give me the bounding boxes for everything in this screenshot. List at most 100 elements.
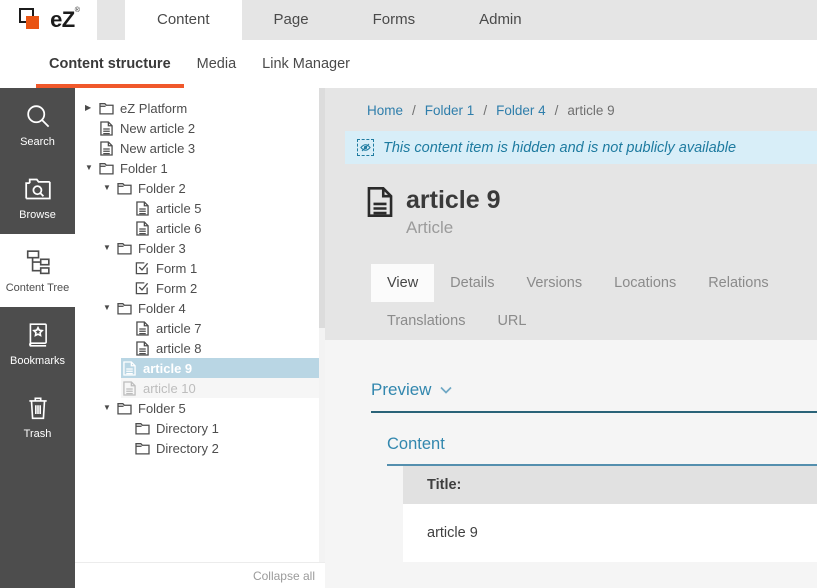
content-section-label: Content bbox=[387, 435, 817, 466]
subnav-link-manager[interactable]: Link Manager bbox=[249, 40, 363, 88]
folder-icon bbox=[98, 100, 114, 116]
field-title-header: Title: bbox=[403, 466, 817, 504]
folder-icon bbox=[116, 300, 132, 316]
caret-down-icon[interactable] bbox=[103, 244, 116, 252]
tab-relations[interactable]: Relations bbox=[692, 264, 784, 302]
preview-section-toggle[interactable]: Preview bbox=[371, 380, 817, 413]
tree-item-folder-2[interactable]: Folder 2 bbox=[103, 178, 317, 198]
nav-tab-forms[interactable]: Forms bbox=[341, 0, 448, 40]
content-tree: eZ Platform New article 2 New article 3 … bbox=[75, 88, 325, 458]
breadcrumb-link-folder-1[interactable]: Folder 1 bbox=[425, 103, 475, 118]
article-icon bbox=[134, 320, 150, 336]
breadcrumb-link-home[interactable]: Home bbox=[367, 103, 403, 118]
breadcrumb: Home / Folder 1 / Folder 4 / article 9 bbox=[325, 88, 817, 131]
ez-logo-icon bbox=[17, 6, 47, 34]
nav-tab-content[interactable]: Content bbox=[125, 0, 242, 40]
breadcrumb-link-folder-4[interactable]: Folder 4 bbox=[496, 103, 546, 118]
hidden-eye-icon bbox=[357, 139, 374, 156]
sidebar-item-content-tree[interactable]: Content Tree bbox=[0, 234, 75, 307]
subnav-media[interactable]: Media bbox=[184, 40, 250, 88]
tree-item-new-article-3[interactable]: New article 3 bbox=[85, 138, 317, 158]
content-tabs: View Details Versions Locations Relation… bbox=[325, 238, 817, 340]
breadcrumb-separator: / bbox=[412, 103, 416, 118]
tree-item-article-10-hidden[interactable]: article 10 bbox=[121, 378, 319, 398]
article-icon bbox=[121, 360, 137, 376]
breadcrumb-separator: / bbox=[483, 103, 487, 118]
caret-down-icon[interactable] bbox=[103, 184, 116, 192]
search-icon bbox=[25, 103, 51, 129]
top-bar: eZ ® Content Page Forms Admin bbox=[0, 0, 817, 40]
article-icon bbox=[134, 200, 150, 216]
ez-logo[interactable]: eZ ® bbox=[0, 0, 97, 40]
nav-tab-page[interactable]: Page bbox=[242, 0, 341, 40]
caret-down-icon[interactable] bbox=[103, 304, 116, 312]
tree-item-article-9-selected[interactable]: article 9 bbox=[121, 358, 319, 378]
folder-icon bbox=[134, 420, 150, 436]
tab-translations[interactable]: Translations bbox=[371, 302, 481, 340]
folder-icon bbox=[116, 240, 132, 256]
tree-item-folder-1[interactable]: Folder 1 bbox=[85, 158, 317, 178]
trash-icon bbox=[25, 395, 51, 421]
sidebar-item-label: Bookmarks bbox=[10, 355, 65, 367]
chevron-down-icon[interactable] bbox=[440, 386, 452, 394]
browse-icon bbox=[25, 176, 51, 202]
sidebar-item-search[interactable]: Search bbox=[0, 88, 75, 161]
hidden-content-alert: This content item is hidden and is not p… bbox=[345, 131, 817, 164]
nav-tab-admin[interactable]: Admin bbox=[447, 0, 554, 40]
sidebar-item-label: Search bbox=[20, 136, 55, 148]
folder-icon bbox=[116, 180, 132, 196]
content-pane: Home / Folder 1 / Folder 4 / article 9 T… bbox=[325, 88, 817, 588]
sidebar-item-label: Trash bbox=[24, 428, 52, 440]
caret-down-icon[interactable] bbox=[103, 404, 116, 412]
tab-view[interactable]: View bbox=[371, 264, 434, 302]
field-title-value: article 9 bbox=[403, 504, 817, 562]
tree-scrollbar-thumb[interactable] bbox=[319, 88, 325, 328]
tree-item-directory-2[interactable]: Directory 2 bbox=[121, 438, 317, 458]
content-tree-panel: eZ Platform New article 2 New article 3 … bbox=[75, 88, 325, 588]
tree-item-new-article-2[interactable]: New article 2 bbox=[85, 118, 317, 138]
tree-scrollbar bbox=[319, 88, 325, 562]
sidebar-item-label: Content Tree bbox=[6, 282, 70, 294]
caret-right-icon[interactable] bbox=[85, 104, 98, 112]
article-icon bbox=[134, 340, 150, 356]
breadcrumb-separator: / bbox=[555, 103, 559, 118]
bookmarks-icon bbox=[25, 322, 51, 348]
tab-versions[interactable]: Versions bbox=[511, 264, 599, 302]
page-title: article 9 bbox=[406, 186, 501, 215]
tab-body: Preview Content Title: article 9 bbox=[325, 340, 817, 588]
tab-url[interactable]: URL bbox=[481, 302, 542, 340]
tree-item-form-2[interactable]: Form 2 bbox=[121, 278, 317, 298]
page-title-text: article 9 Article bbox=[406, 186, 501, 238]
tree-item-article-6[interactable]: article 6 bbox=[121, 218, 317, 238]
tree-item-folder-3[interactable]: Folder 3 bbox=[103, 238, 317, 258]
tab-details[interactable]: Details bbox=[434, 264, 510, 302]
sidebar-item-trash[interactable]: Trash bbox=[0, 380, 75, 453]
tab-locations[interactable]: Locations bbox=[598, 264, 692, 302]
tree-item-article-8[interactable]: article 8 bbox=[121, 338, 317, 358]
tree-item-form-1[interactable]: Form 1 bbox=[121, 258, 317, 278]
article-icon bbox=[367, 186, 393, 218]
collapse-all-button[interactable]: Collapse all bbox=[253, 569, 315, 583]
folder-icon bbox=[98, 160, 114, 176]
sidebar-item-bookmarks[interactable]: Bookmarks bbox=[0, 307, 75, 380]
alert-message: This content item is hidden and is not p… bbox=[383, 140, 736, 156]
article-icon bbox=[134, 220, 150, 236]
tree-item-folder-5[interactable]: Folder 5 bbox=[103, 398, 317, 418]
caret-down-icon[interactable] bbox=[85, 164, 98, 172]
main-layout: Search Browse Content Tree Bookmarks Tra… bbox=[0, 88, 817, 588]
tree-item-directory-1[interactable]: Directory 1 bbox=[121, 418, 317, 438]
article-icon bbox=[98, 140, 114, 156]
subnav-content-structure[interactable]: Content structure bbox=[36, 40, 184, 88]
sidebar: Search Browse Content Tree Bookmarks Tra… bbox=[0, 88, 75, 588]
sub-nav: Content structure Media Link Manager bbox=[0, 40, 817, 88]
tree-item-article-7[interactable]: article 7 bbox=[121, 318, 317, 338]
logo-text: eZ bbox=[50, 7, 75, 33]
sidebar-item-label: Browse bbox=[19, 209, 56, 221]
sidebar-item-browse[interactable]: Browse bbox=[0, 161, 75, 234]
logo-orange-square bbox=[26, 16, 39, 29]
content-tree-icon bbox=[25, 249, 51, 275]
tree-item-ez-platform[interactable]: eZ Platform bbox=[85, 98, 317, 118]
tree-item-folder-4[interactable]: Folder 4 bbox=[103, 298, 317, 318]
folder-icon bbox=[134, 440, 150, 456]
tree-item-article-5[interactable]: article 5 bbox=[121, 198, 317, 218]
